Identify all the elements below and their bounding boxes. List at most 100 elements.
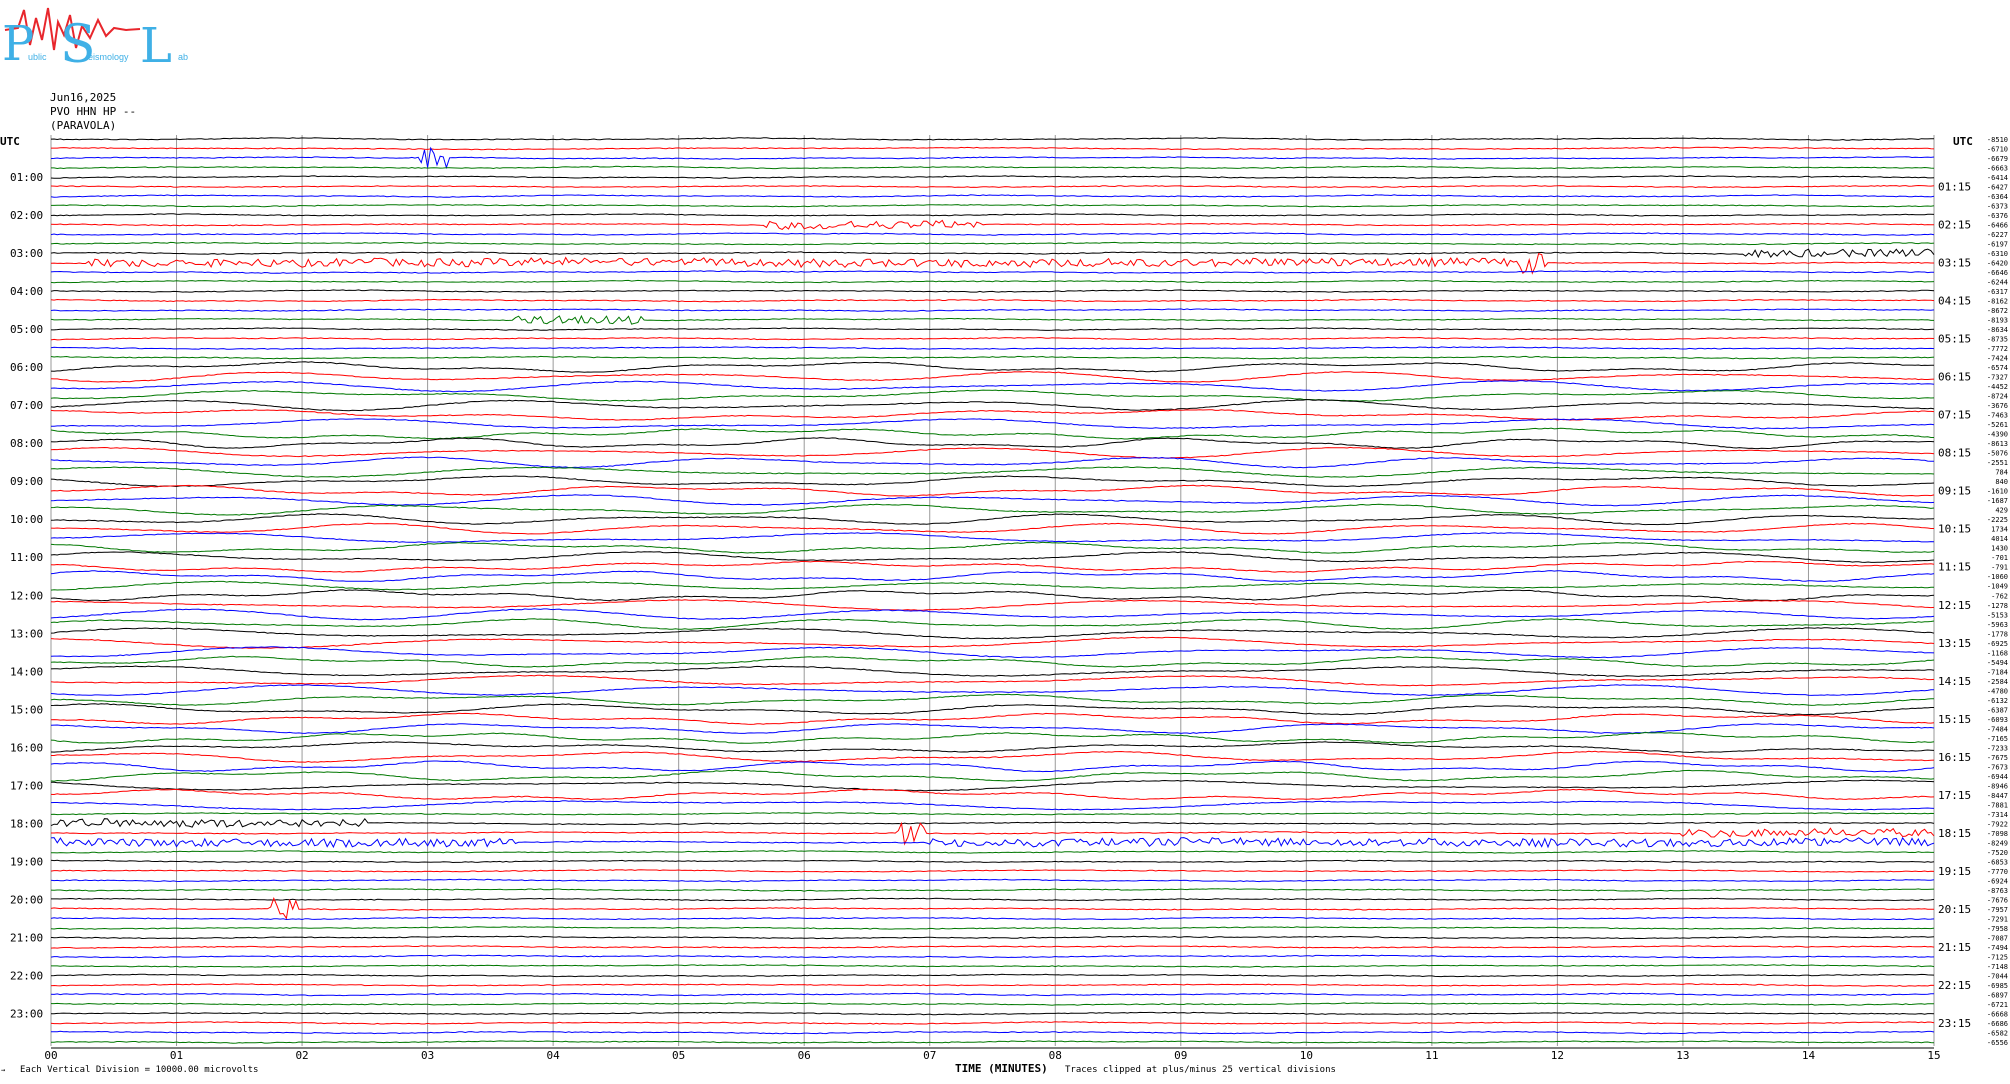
left-hour-label: 20:00	[10, 893, 43, 906]
trace-line	[50, 361, 1934, 373]
trace-offset-label: -6414	[1987, 174, 2008, 182]
trace-line	[51, 146, 1935, 151]
trace-line	[50, 608, 1935, 621]
trace-offset-label: -7676	[1987, 896, 2008, 904]
left-hour-label: 08:00	[10, 437, 43, 450]
trace-line	[50, 665, 1935, 677]
trace-offset-label: -6556	[1987, 1039, 2008, 1047]
trace-offset-label: -6420	[1987, 260, 2008, 268]
trace-offset-label: -6668	[1987, 1010, 2008, 1018]
trace-offset-label: -7881	[1987, 801, 2008, 809]
trace-line	[50, 788, 1935, 801]
trace-line	[50, 973, 1935, 978]
right-hour-label: 15:15	[1938, 713, 1971, 726]
trace-line	[50, 466, 1935, 478]
trace-line	[50, 137, 1934, 141]
trace-offset-label: -6427	[1987, 184, 2008, 192]
trace-line	[50, 175, 1935, 179]
trace-line	[50, 503, 1935, 516]
trace-offset-label: -6197	[1987, 241, 2008, 249]
header-site: (PARAVOLA)	[50, 119, 116, 132]
right-hour-label: 17:15	[1938, 789, 1971, 802]
trace-offset-label: -7148	[1987, 963, 2008, 971]
right-hour-label: 20:15	[1938, 903, 1971, 916]
trace-offset-label: -2225	[1987, 516, 2008, 524]
trace-offset-label: -7424	[1987, 355, 2008, 363]
trace-offset-label: -6663	[1987, 165, 2008, 173]
x-tick-label: 06	[798, 1049, 811, 1062]
header-date: Jun16,2025	[50, 91, 116, 104]
trace-line	[51, 1040, 1935, 1044]
trace-offset-label: -7098	[1987, 830, 2008, 838]
trace-offset-label: -7675	[1987, 754, 2008, 762]
trace-offset-label: -4452	[1987, 383, 2008, 391]
header-station: PVO HHN HP --	[50, 105, 136, 118]
trace-line	[50, 270, 1935, 274]
trace-offset-label: -7291	[1987, 915, 2008, 923]
trace-line	[51, 1002, 1934, 1006]
trace-offset-label: -6093	[1987, 716, 2008, 724]
clip-note: Traces clipped at plus/minus 25 vertical…	[1065, 1065, 1336, 1075]
trace-offset-label: -7673	[1987, 763, 2008, 771]
trace-line	[50, 336, 1935, 341]
trace-offset-label: -4780	[1987, 687, 2008, 695]
trace-line	[50, 935, 1935, 940]
left-hour-label: 03:00	[10, 247, 43, 260]
trace-offset-label: -6244	[1987, 279, 2008, 287]
x-tick-label: 03	[421, 1049, 434, 1062]
x-tick-label: 13	[1676, 1049, 1689, 1062]
trace-offset-label: -1060	[1987, 573, 2008, 581]
trace-line	[50, 760, 1935, 773]
trace-offset-label: -6387	[1987, 706, 2008, 714]
right-hour-label: 12:15	[1938, 599, 1971, 612]
x-tick-label: 14	[1802, 1049, 1816, 1062]
right-hour-label: 14:15	[1938, 675, 1971, 688]
trace-offset-label: -7494	[1987, 944, 2008, 952]
right-hour-label: 07:15	[1938, 409, 1971, 422]
trace-line	[50, 926, 1935, 930]
trace-offset-label: -7484	[1987, 725, 2008, 733]
x-axis-title: TIME (MINUTES)	[955, 1062, 1048, 1075]
trace-line	[51, 418, 1935, 430]
trace-offset-label: -6925	[1987, 640, 2008, 648]
logo-letter-p: P	[2, 16, 34, 72]
trace-offset-label: -4390	[1987, 431, 2008, 439]
x-tick-labels: 00 01 02 03 04 05 06 07 08 09 10 11 12 13 14 15	[44, 1049, 1940, 1062]
trace-line	[50, 599, 1935, 611]
left-hour-label: 09:00	[10, 475, 43, 488]
trace-offset-label: -7184	[1987, 668, 2008, 676]
trace-line	[50, 636, 1935, 649]
x-tick-label: 07	[923, 1049, 936, 1062]
trace-line	[51, 750, 1935, 763]
trace-offset-label: -1610	[1987, 488, 2008, 496]
left-hour-label: 15:00	[10, 703, 43, 716]
trace-line	[50, 484, 1935, 497]
right-hour-label: 18:15	[1938, 827, 1971, 840]
right-hour-label: 11:15	[1938, 561, 1971, 574]
left-hour-label: 11:00	[10, 551, 43, 564]
trace-line	[50, 580, 1935, 591]
trace-offset-label: -791	[1991, 564, 2008, 572]
x-tick-label: 04	[547, 1049, 561, 1062]
trace-line	[51, 327, 1935, 331]
trace-line	[50, 346, 1935, 350]
trace-line	[50, 869, 1935, 873]
trace-line	[50, 954, 1935, 959]
trace-offset-label: -3676	[1987, 402, 2008, 410]
trace-line	[50, 551, 1935, 563]
trace-offset-label: -762	[1991, 592, 2008, 600]
right-hour-label: 23:15	[1938, 1017, 1971, 1030]
trace-line	[50, 589, 1935, 602]
trace-offset-label: -6897	[1987, 991, 2008, 999]
logo-word-s: eismology	[88, 52, 129, 62]
right-hour-label: 21:15	[1938, 941, 1971, 954]
left-hour-label: 22:00	[10, 969, 43, 982]
left-hour-label: 10:00	[10, 513, 43, 526]
x-tick-label: 01	[170, 1049, 183, 1062]
trace-offset-label: -6924	[1987, 877, 2008, 885]
trace-offset-label: -6721	[1987, 1001, 2008, 1009]
left-hour-label: 01:00	[10, 171, 43, 184]
trace-offset-label: -6944	[1987, 773, 2008, 781]
right-hour-label: 19:15	[1938, 865, 1971, 878]
trace-line	[50, 252, 1934, 275]
